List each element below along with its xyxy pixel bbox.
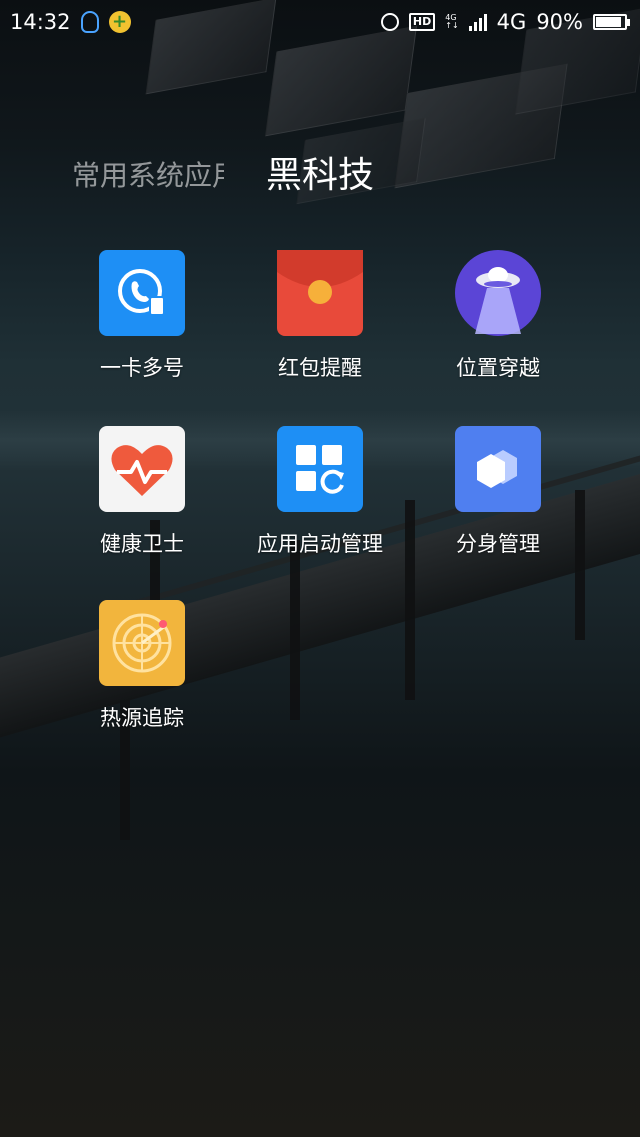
app-launch-manager[interactable]: 应用启动管理 [231,426,409,558]
small-4g-indicator: 4G ↑↓ [445,13,459,30]
app-label: 健康卫士 [100,532,184,556]
battery-percent: 90% [536,10,583,34]
app-label: 热源追踪 [100,706,184,730]
hd-badge: HD [408,13,436,31]
red-envelope-icon [277,250,363,336]
app-label: 位置穿越 [456,356,540,380]
app-clone-manager[interactable]: 分身管理 [409,426,587,558]
app-label: 应用启动管理 [257,532,383,556]
heart-icon [99,426,185,512]
battery-icon [593,14,630,30]
signal-strength-icon [468,13,487,31]
app-launch-icon [277,426,363,512]
status-bar: 14:32 + HD 4G ↑↓ 4G 90% [0,0,640,44]
app-health-guard[interactable]: 健康卫士 [53,426,231,558]
radar-icon [99,600,185,686]
ufo-icon [455,250,541,336]
network-type: 4G [496,10,527,34]
app-label: 分身管理 [456,532,540,556]
app-label: 红包提醒 [278,356,362,380]
battery-fill [596,17,622,27]
app-location-travel[interactable]: 位置穿越 [409,250,587,382]
hexagon-clone-icon [455,426,541,512]
status-time: 14:32 [10,10,71,34]
app-red-envelope-reminder[interactable]: 红包提醒 [231,250,409,382]
folder-tabs: 常用系统应用 黑科技 [0,140,640,200]
qq-icon [80,11,99,33]
alarm-icon [380,13,399,31]
green-plus-app-icon: + [108,11,131,33]
app-heat-tracking[interactable]: 热源追踪 [53,600,231,732]
app-multi-number[interactable]: 一卡多号 [53,250,231,382]
tab-black-tech[interactable]: 黑科技 [266,146,374,198]
app-label: 一卡多号 [100,356,184,380]
wallpaper-pier-post [290,540,300,720]
phone-card-icon [99,250,185,336]
tab-common-system-apps[interactable]: 常用系统应用 [72,154,224,194]
